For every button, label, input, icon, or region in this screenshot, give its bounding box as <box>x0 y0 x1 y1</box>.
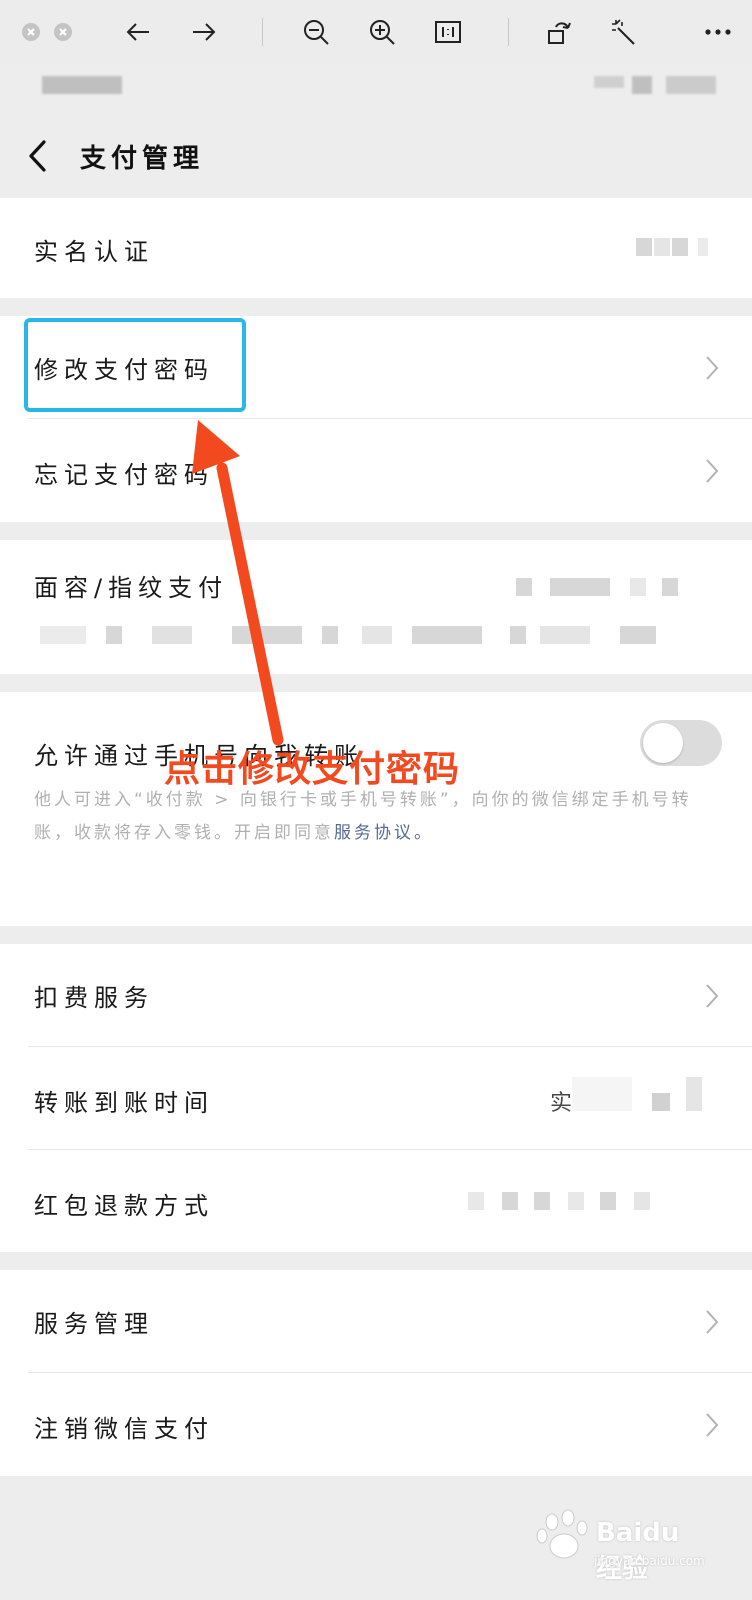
annotation-text: 点击修改支付密码 <box>164 749 461 790</box>
watermark-logo-text: Baidu经验 <box>596 1518 680 1584</box>
paw-logo-icon <box>536 1509 588 1559</box>
watermark-url: jingyan.baidu.com <box>594 1554 705 1568</box>
baidu-watermark: Baidu经验 jingyan.baidu.com <box>534 1508 705 1584</box>
annotation-arrow <box>192 420 284 746</box>
